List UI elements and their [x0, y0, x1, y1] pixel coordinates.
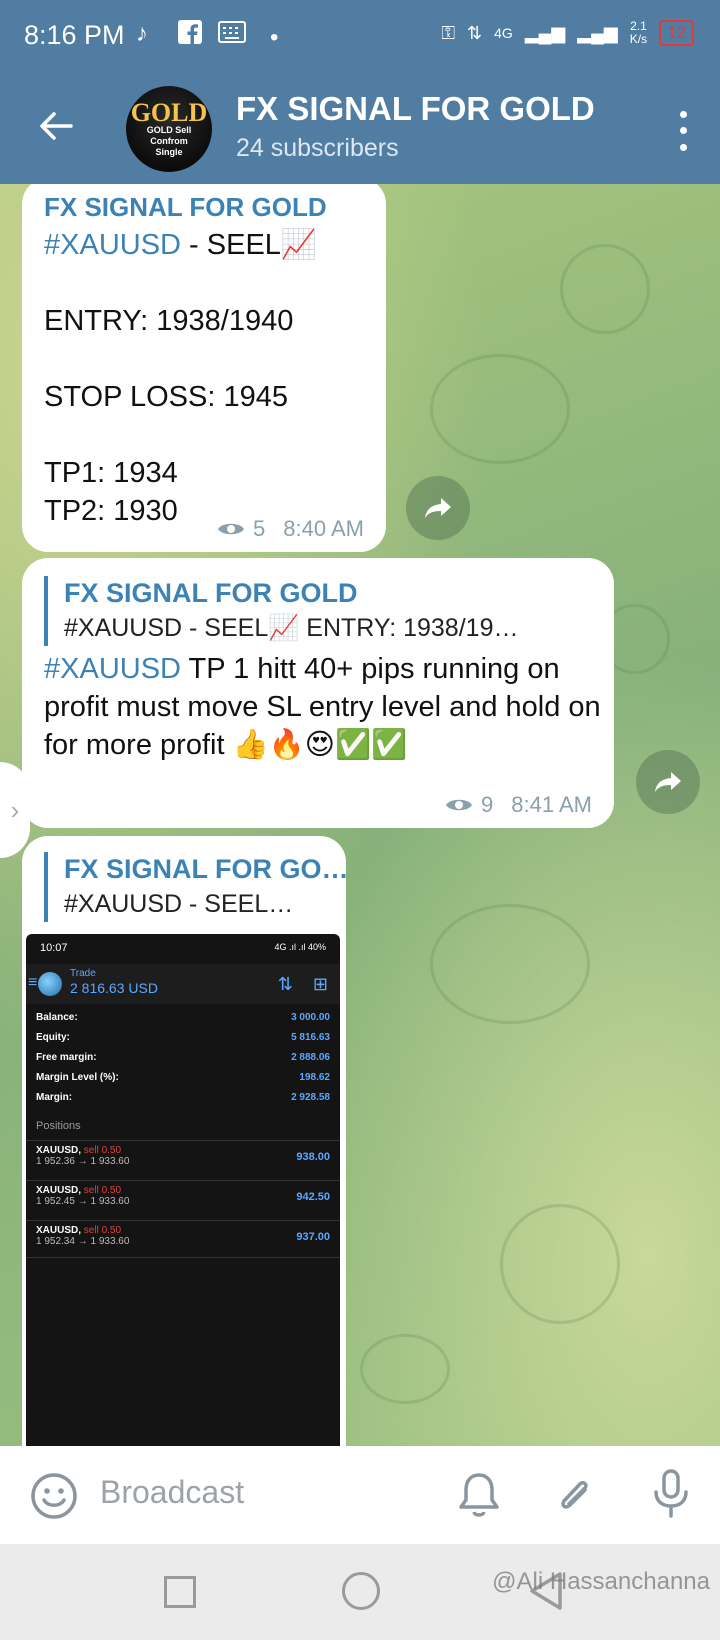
subscriber-count: 24 subscribers — [236, 134, 399, 162]
message-bubble[interactable]: FX SIGNAL FOR GO… #XAUUSD - SEEL… 10:07 … — [22, 836, 349, 1446]
message-time: 8:41 AM — [511, 792, 592, 817]
reply-title: FX SIGNAL FOR GO… — [64, 854, 349, 884]
hashtag-link[interactable]: #XAUUSD — [44, 653, 181, 685]
back-arrow-icon — [40, 112, 73, 140]
message-text: #XAUUSD TP 1 hitt 40+ pips running on pr… — [44, 653, 601, 761]
account-row: Balance: 3 000.00 — [36, 1012, 330, 1023]
channel-avatar[interactable]: GOLD GOLD Sell Confrom Single — [126, 86, 212, 172]
data-arrows-icon: ⇅ — [467, 22, 483, 43]
status-bar: 8:16 PM ♪ • ⚿ ⇅ 4G ▂▄▆ ▂▄▆ 2.1 K/s 12 — [0, 0, 720, 72]
signal-icon: ▂▄▆ — [524, 22, 566, 43]
message-text: #XAUUSD - SEEL📈 ENTRY: 1938/1940 STOP LO… — [44, 229, 318, 527]
channel-title[interactable]: FX SIGNAL FOR GOLD — [236, 90, 595, 128]
message-meta: 9 8:41 AM — [445, 792, 592, 818]
forward-button[interactable] — [636, 750, 700, 814]
reply-title: FX SIGNAL FOR GOLD — [64, 578, 358, 608]
hashtag-link[interactable]: #XAUUSD — [44, 229, 181, 261]
top-bar: 8:16 PM ♪ • ⚿ ⇅ 4G ▂▄▆ ▂▄▆ 2.1 K/s 12 GO… — [0, 0, 720, 184]
broadcast-input[interactable]: Broadcast — [100, 1474, 244, 1511]
keyboard-icon — [218, 20, 246, 51]
share-arrow-icon — [425, 498, 451, 518]
attached-screenshot[interactable]: 10:07 4G .ıl .ıl 40% ≡ Trade 2 816.63 US… — [26, 934, 340, 1446]
paperclip-icon — [561, 1481, 588, 1509]
message-time: 8:40 AM — [283, 516, 364, 541]
reply-preview[interactable]: FX SIGNAL FOR GOLD #XAUUSD - SEEL📈 ENTRY… — [44, 576, 594, 646]
hamburger-icon: ≡ — [28, 974, 38, 991]
globe-icon — [38, 972, 62, 996]
message-channel-name: FX SIGNAL FOR GOLD — [44, 192, 327, 222]
back-button[interactable] — [28, 98, 84, 154]
position-row: XAUUSD, sell 0.50 1 952.36 → 1 933.60 93… — [26, 1140, 340, 1178]
chevron-right-icon: › — [10, 794, 20, 825]
net-speed: 2.1 K/s — [629, 19, 648, 46]
reply-snippet: #XAUUSD - SEEL… — [64, 890, 294, 918]
account-row: Margin Level (%): 198.62 — [36, 1072, 330, 1083]
view-count: 5 — [253, 516, 266, 541]
chat-header: GOLD GOLD Sell Confrom Single FX SIGNAL … — [0, 76, 720, 184]
message-meta: 5 8:40 AM — [217, 516, 364, 542]
account-row: Margin: 2 928.58 — [36, 1092, 330, 1103]
reply-snippet: #XAUUSD - SEEL📈 ENTRY: 1938/19… — [64, 614, 519, 642]
view-count: 9 — [481, 792, 494, 817]
attach-button[interactable] — [552, 1470, 598, 1525]
key-icon: ⚿ — [441, 22, 456, 43]
status-time: 8:16 PM — [24, 20, 125, 50]
add-order-icon: ⊞ — [312, 974, 328, 994]
message-bubble[interactable]: FX SIGNAL FOR GOLD #XAUUSD - SEEL📈 ENTRY… — [22, 184, 386, 552]
share-arrow-icon — [655, 772, 681, 792]
battery-indicator: 12 — [659, 20, 694, 46]
wallpaper-doodle — [560, 244, 650, 334]
position-row: XAUUSD, sell 0.50 1 952.45 → 1 933.60 94… — [26, 1180, 340, 1218]
dot-icon: • — [270, 24, 279, 51]
chat-area[interactable]: FX SIGNAL FOR GOLD #XAUUSD - SEEL📈 ENTRY… — [0, 184, 720, 1446]
side-panel-tab[interactable]: › — [0, 762, 30, 858]
position-row: XAUUSD, sell 0.50 1 952.34 → 1 933.60 93… — [26, 1220, 340, 1258]
reply-preview[interactable]: FX SIGNAL FOR GO… #XAUUSD - SEEL… — [44, 852, 349, 922]
watermark: @Ali Hassanchanna — [492, 1568, 710, 1595]
bell-icon — [459, 1473, 499, 1517]
sort-icon: ⇅ — [277, 974, 293, 994]
voice-button[interactable] — [652, 1468, 690, 1525]
facebook-icon — [178, 20, 202, 51]
forward-button[interactable] — [406, 476, 470, 540]
signal-icon-2: ▂▄▆ — [577, 22, 618, 43]
wallpaper-doodle — [500, 1204, 620, 1324]
message-bubble[interactable]: FX SIGNAL FOR GOLD #XAUUSD - SEEL📈 ENTRY… — [22, 558, 614, 828]
more-menu-button[interactable] — [668, 106, 698, 156]
views-eye-icon — [446, 799, 473, 811]
wallpaper-doodle — [430, 354, 570, 464]
wallpaper-doodle — [430, 904, 590, 1024]
microphone-icon — [654, 1469, 688, 1518]
views-eye-icon — [218, 523, 245, 535]
system-nav-bar: @Ali Hassanchanna — [0, 1544, 720, 1640]
home-button[interactable] — [342, 1572, 380, 1610]
smiley-icon — [31, 1473, 77, 1519]
broadcast-input-bar: Broadcast — [0, 1446, 720, 1544]
recents-button[interactable] — [164, 1576, 196, 1608]
network-label: 4G — [494, 25, 513, 41]
account-row: Equity: 5 816.63 — [36, 1032, 330, 1043]
account-row: Free margin: 2 888.06 — [36, 1052, 330, 1063]
emoji-button[interactable] — [30, 1472, 78, 1525]
tiktok-icon: ♪ — [136, 20, 148, 47]
wallpaper-doodle — [360, 1334, 450, 1404]
notifications-button[interactable] — [456, 1470, 502, 1525]
kebab-menu-icon — [679, 110, 687, 118]
